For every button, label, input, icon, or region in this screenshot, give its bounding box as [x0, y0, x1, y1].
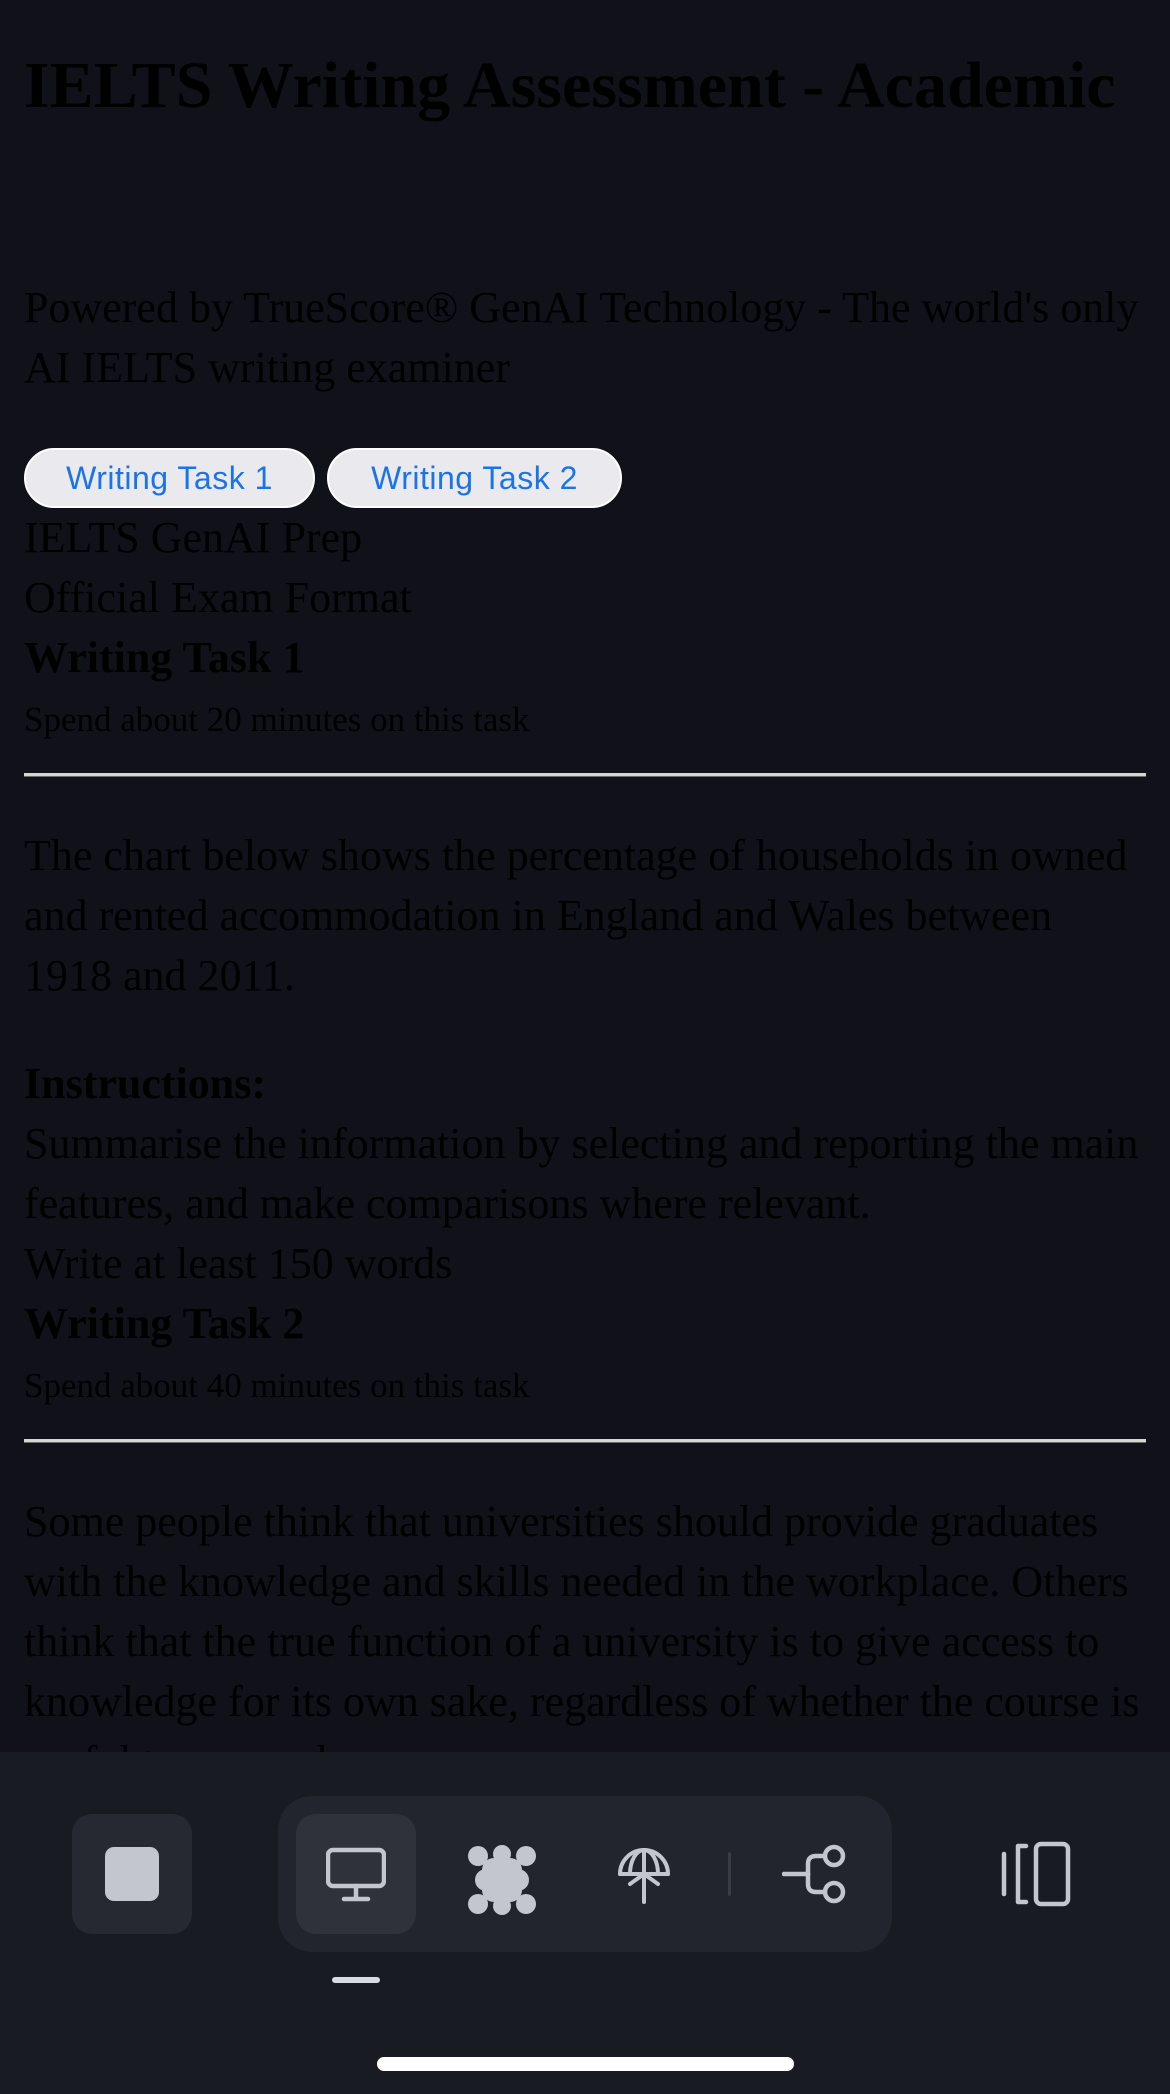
side-panel-button[interactable]	[976, 1814, 1096, 1934]
antenna-icon	[618, 1848, 670, 1904]
task2-divider	[24, 1439, 1146, 1443]
task1-prompt: The chart below shows the percentage of …	[24, 831, 1128, 1000]
task-tabs: Writing Task 1 Writing Task 2	[24, 448, 622, 508]
stop-button[interactable]	[72, 1814, 192, 1934]
task2-prompt: Some people think that universities shou…	[24, 1497, 1140, 1752]
share-flow-icon	[782, 1844, 846, 1904]
bottom-toolbar	[0, 1752, 1170, 2094]
task2-heading: Writing Task 2	[24, 1299, 305, 1348]
instructions-label: Instructions:	[24, 1059, 267, 1108]
desktop-view-button[interactable]	[296, 1814, 416, 1934]
antenna-button[interactable]	[584, 1814, 704, 1934]
word-limit: Write at least 150 words	[24, 1239, 453, 1288]
web-content: IELTS Writing Assessment - Academic Powe…	[24, 0, 1146, 1752]
view-switcher	[278, 1796, 892, 1952]
screen: IELTS Writing Assessment - Academic Powe…	[0, 0, 1170, 2094]
home-indicator[interactable]	[377, 2057, 794, 2071]
prep-label: IELTS GenAI Prep	[24, 513, 363, 562]
desktop-icon	[326, 1847, 386, 1902]
tab-writing-task-2[interactable]: Writing Task 2	[327, 448, 622, 508]
share-flow-button[interactable]	[752, 1814, 872, 1934]
task1-heading: Writing Task 1	[24, 633, 305, 682]
toolbar-divider	[728, 1852, 731, 1896]
page-subtitle: Powered by TrueScore® GenAI Technology -…	[24, 283, 1139, 392]
apps-button[interactable]	[436, 1814, 556, 1934]
task1-divider	[24, 773, 1146, 777]
task2-time-note: Spend about 40 minutes on this task	[24, 1366, 530, 1405]
format-label: Official Exam Format	[24, 573, 412, 622]
stop-icon	[105, 1847, 159, 1901]
side-panel-icon	[1001, 1841, 1071, 1907]
page-title: IELTS Writing Assessment - Academic	[24, 49, 1116, 122]
tab-writing-task-1[interactable]: Writing Task 1	[24, 448, 315, 508]
apps-grid-icon	[468, 1845, 536, 1915]
active-view-indicator	[332, 1977, 380, 1983]
task1-time-note: Spend about 20 minutes on this task	[24, 700, 530, 739]
instructions-text: Summarise the information by selecting a…	[24, 1119, 1139, 1228]
